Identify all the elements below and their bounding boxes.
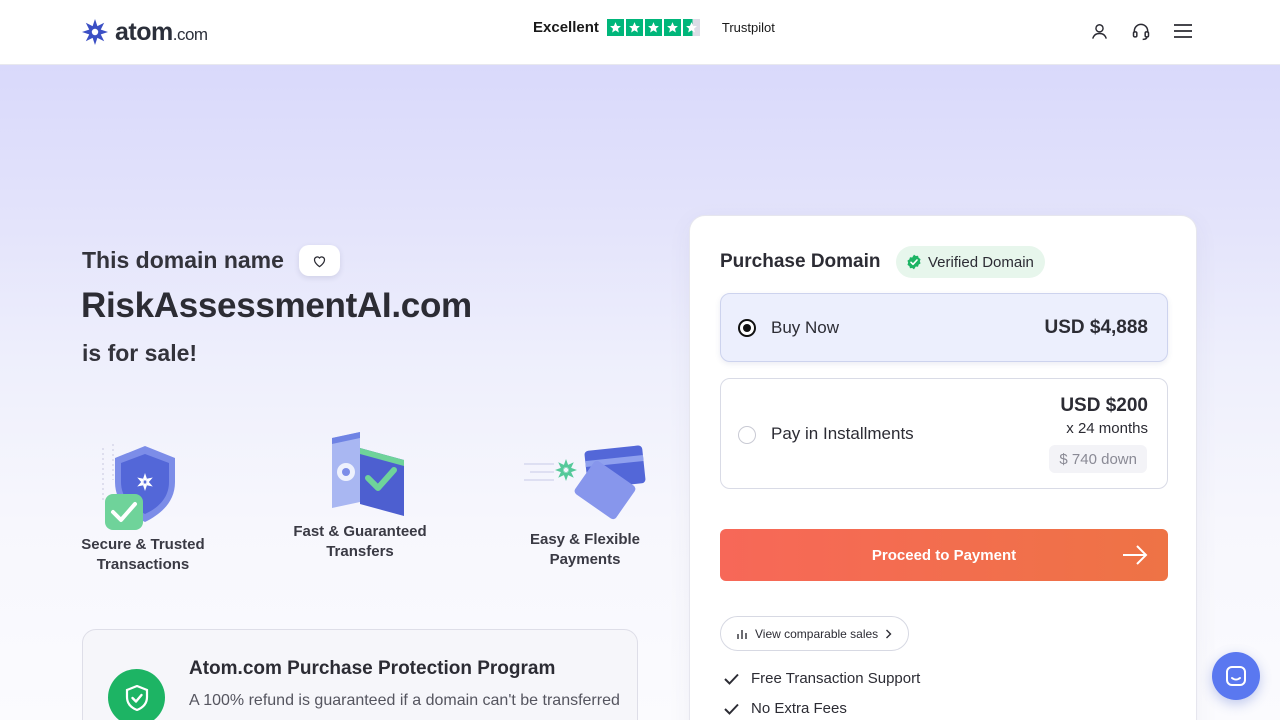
trustpilot-rating-label: Excellent [533,19,599,36]
cards-illustration [524,445,646,520]
feature-payments: Easy & Flexible Payments [510,440,660,570]
half-star-icon [682,19,700,36]
installments-down-payment: $ 740 down [1049,445,1147,473]
purchase-protection-box: Atom.com Purchase Protection Program A 1… [82,629,638,720]
buy-now-radio[interactable] [738,319,756,337]
purchase-card: Purchase Domain Verified Domain Buy Now … [689,215,1197,720]
compare-label: View comparable sales [755,626,879,641]
perk-label: No Extra Fees [751,700,847,717]
option-installments[interactable]: Pay in Installments USD $200 x 24 months… [720,378,1168,489]
chevron-right-icon [886,629,892,638]
proceed-to-payment-button[interactable]: Proceed to Payment [720,529,1168,581]
star-icon [663,19,681,36]
heart-icon [313,255,326,267]
feature-secure: Secure & Trusted Transactions [75,440,211,575]
transfer-illustration [332,432,404,516]
buy-now-price: USD $4,888 [1044,317,1148,338]
verified-badge: Verified Domain [896,246,1045,278]
option-buy-now[interactable]: Buy Now USD $4,888 [720,293,1168,362]
verified-label: Verified Domain [928,253,1034,271]
header-actions [1084,20,1194,42]
headset-icon[interactable] [1130,20,1152,42]
installments-label: Pay in Installments [771,424,914,443]
perk-item: Free Transaction Support [724,670,920,687]
feature-label: Secure & Trusted Transactions [81,536,205,573]
atom-logo-icon [82,19,108,45]
favorite-button[interactable] [298,245,340,276]
purchase-title: Purchase Domain [720,251,881,272]
buy-now-label: Buy Now [771,318,840,337]
star-icon [644,19,662,36]
shield-check-icon [108,669,165,720]
star-icon [625,19,643,36]
trustpilot-brand: Trustpilot [721,20,775,35]
atom-logo[interactable]: atom.com [81,17,208,47]
protection-title: Atom.com Purchase Protection Program [189,658,556,679]
perk-item: No Extra Fees [724,700,847,717]
installments-price: USD $200 [1060,395,1148,416]
cta-label: Proceed to Payment [871,546,1017,564]
for-sale-text: is for sale! [82,340,198,366]
eyebrow-text: This domain name [82,247,284,273]
protection-text: A 100% refund is guaranteed if a domain … [189,692,620,709]
arrow-right-icon [1123,545,1148,565]
feature-label: Easy & Flexible Payments [529,531,641,568]
site-header: atom.com Excellent Trustpilot [0,0,1280,65]
menu-icon[interactable] [1172,20,1194,42]
trustpilot-widget[interactable]: Excellent Trustpilot [533,19,775,36]
hero-eyebrow: This domain name [82,245,340,276]
chat-launcher-button[interactable] [1212,652,1260,700]
check-icon [724,673,739,685]
view-comparable-sales-button[interactable]: View comparable sales [720,616,910,651]
installments-radio[interactable] [738,426,756,444]
logo-text: atom.com [115,17,208,46]
perk-label: Free Transaction Support [751,670,921,687]
bar-chart-icon [737,629,747,639]
user-icon[interactable] [1088,20,1110,42]
shield-check-illustration [102,444,175,530]
installments-term: x 24 months [1066,420,1148,437]
chat-icon [1226,666,1246,686]
domain-name: RiskAssessmentAI.com [81,286,472,325]
verified-check-icon [907,254,921,270]
feature-label: Fast & Guaranteed Transfers [293,523,427,560]
star-icon [606,19,624,36]
check-icon [724,703,739,715]
trustpilot-stars [606,19,700,36]
feature-transfers: Fast & Guaranteed Transfers [292,430,428,562]
